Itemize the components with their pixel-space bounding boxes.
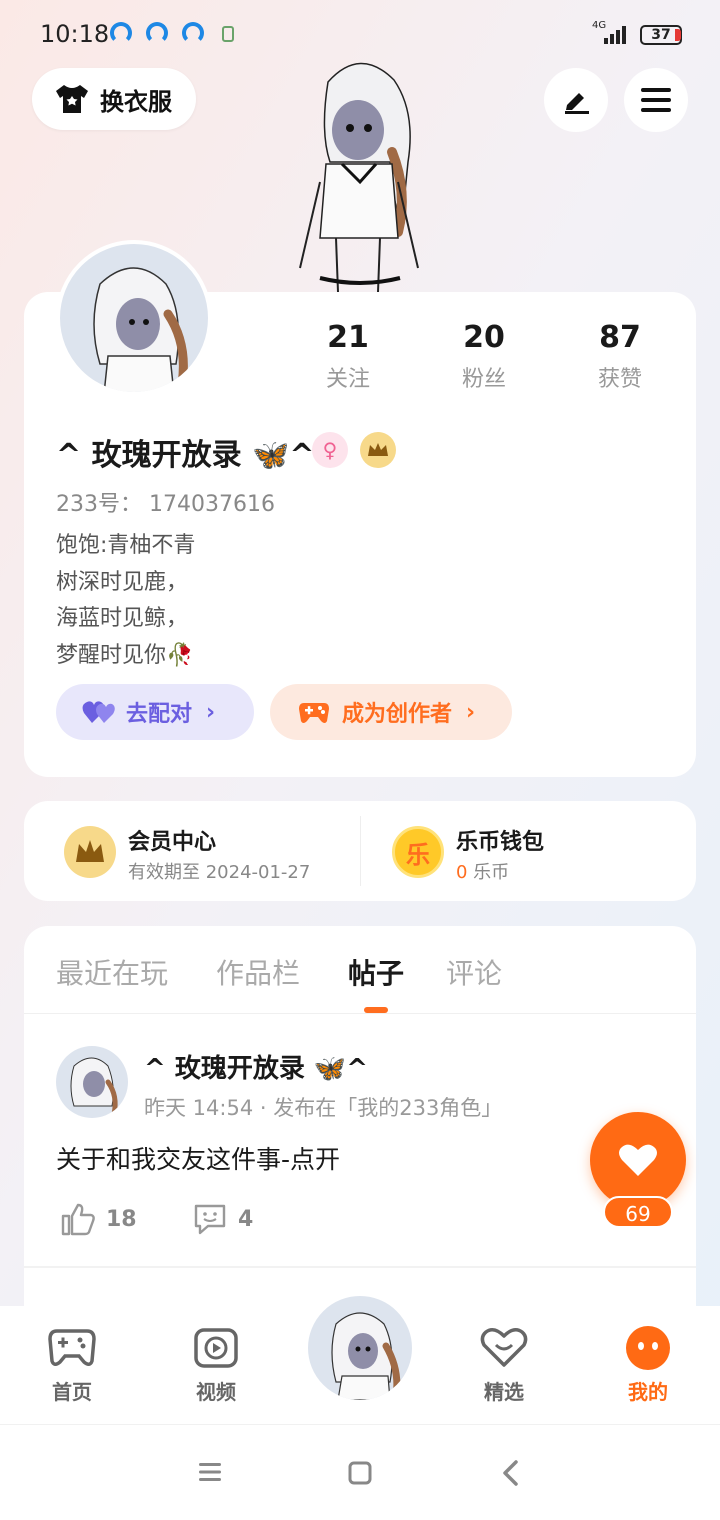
app-notification-icon: [222, 26, 234, 42]
bio-line: 海蓝时见鲸，: [56, 606, 189, 631]
post-author-name[interactable]: ^ 玫瑰开放录 🦋^: [144, 1048, 368, 1085]
likes-count: 87: [599, 320, 641, 355]
female-badge-icon: ♀: [312, 432, 348, 468]
divider: [24, 1266, 696, 1268]
system-nav-bar: [0, 1424, 720, 1520]
battery-icon: 37: [640, 25, 682, 45]
menu-button[interactable]: [624, 68, 688, 132]
notification-icon: [110, 22, 132, 44]
thumbs-up-icon: [61, 1203, 95, 1236]
likes-stat[interactable]: 87 获赞: [570, 320, 670, 393]
comment-icon: [194, 1204, 226, 1235]
coin-icon[interactable]: 乐: [392, 826, 444, 878]
post-like-button[interactable]: 18: [60, 1202, 137, 1236]
vip-crown-icon[interactable]: [64, 826, 116, 878]
following-label: 关注: [325, 367, 370, 392]
member-center-title[interactable]: 会员中心: [128, 824, 216, 856]
signal-icon: [600, 26, 630, 44]
wallet-title[interactable]: 乐币钱包: [456, 824, 544, 856]
back-icon[interactable]: [500, 1459, 522, 1487]
recent-apps-icon[interactable]: [198, 1461, 222, 1483]
heart-icon: [619, 1144, 657, 1176]
post-author-avatar[interactable]: [56, 1046, 128, 1118]
post-meta: 昨天 14:54 · 发布在「我的233角色」: [144, 1096, 503, 1120]
character-figure: [299, 62, 419, 292]
nav-home[interactable]: 首页: [22, 1324, 122, 1405]
wallet-amount: 0: [456, 862, 468, 883]
notification-icon: [146, 22, 168, 44]
followers-count: 20: [463, 320, 505, 355]
shirt-icon: [56, 85, 88, 113]
match-label: 去配对: [126, 702, 193, 727]
username: ^ 玫瑰开放录 🦋^: [56, 438, 315, 473]
chevron-right-icon: ›: [206, 699, 216, 725]
gamepad-icon: [48, 1329, 96, 1366]
dress-up-label: 换衣服: [100, 87, 172, 116]
profile-face-icon: [626, 1326, 670, 1370]
avatar[interactable]: [56, 240, 212, 396]
likes-label: 获赞: [597, 367, 642, 392]
notification-icon: [182, 22, 204, 44]
floating-like-count: 69: [603, 1196, 673, 1228]
battery-level: 37: [651, 27, 671, 43]
followers-stat[interactable]: 20 粉丝: [434, 320, 534, 393]
wallet-balance: 0 乐币: [456, 858, 509, 884]
nav-featured-label: 精选: [484, 1380, 524, 1404]
home-square-icon[interactable]: [348, 1461, 372, 1485]
floating-like-button[interactable]: [590, 1112, 686, 1208]
menu-icon: [641, 88, 671, 112]
nav-mine-label: 我的: [628, 1380, 668, 1404]
hearts-icon: [82, 701, 115, 723]
dress-up-button[interactable]: 换衣服: [32, 68, 196, 130]
following-stat[interactable]: 21 关注: [298, 320, 398, 393]
gamepad-icon: [299, 703, 329, 723]
tab-comments[interactable]: 评论: [446, 952, 502, 992]
nav-home-label: 首页: [52, 1380, 92, 1404]
nav-video[interactable]: 视频: [166, 1324, 266, 1405]
post-comment-count: 4: [238, 1206, 254, 1232]
nav-featured[interactable]: 精选: [454, 1324, 554, 1405]
bio-line: 饱饱:青柚不青: [56, 533, 196, 558]
become-creator-button[interactable]: 成为创作者 ›: [270, 684, 512, 740]
divider: [24, 1013, 696, 1014]
post-title[interactable]: 关于和我交友这件事-点开: [56, 1140, 340, 1176]
status-time: 10:18: [40, 20, 110, 48]
pencil-icon: [565, 93, 589, 114]
vip-crown-icon[interactable]: [360, 432, 396, 468]
post-comment-button[interactable]: 4: [192, 1202, 253, 1236]
followers-label: 粉丝: [461, 367, 506, 392]
tab-posts[interactable]: 帖子: [348, 952, 404, 992]
tab-works[interactable]: 作品栏: [216, 952, 300, 992]
match-button[interactable]: 去配对 ›: [56, 684, 254, 740]
edit-button[interactable]: [544, 68, 608, 132]
post-like-count: 18: [106, 1206, 137, 1232]
wallet-unit: 乐币: [467, 862, 510, 883]
become-creator-label: 成为创作者: [342, 702, 453, 727]
avatar-image: [93, 267, 188, 392]
bio-line: 梦醒时见你🥀: [56, 642, 194, 668]
bio: 饱饱:青柚不青 树深时见鹿， 海蓝时见鲸， 梦醒时见你🥀: [56, 528, 195, 674]
bio-line: 树深时见鹿，: [56, 569, 189, 595]
video-icon: [194, 1328, 238, 1368]
following-count: 21: [327, 320, 369, 355]
nav-mine[interactable]: 我的: [598, 1324, 698, 1405]
divider: [360, 816, 361, 886]
tab-recently-played[interactable]: 最近在玩: [56, 952, 168, 992]
nav-avatar-button[interactable]: [304, 1292, 416, 1404]
featured-heart-icon: [480, 1328, 528, 1367]
member-expiry: 有效期至 2024-01-27: [128, 862, 311, 883]
avatar-image: [331, 1312, 401, 1400]
user-id: 233号： 174037616: [56, 492, 275, 517]
chevron-right-icon: ›: [466, 699, 476, 725]
nav-video-label: 视频: [196, 1380, 236, 1404]
